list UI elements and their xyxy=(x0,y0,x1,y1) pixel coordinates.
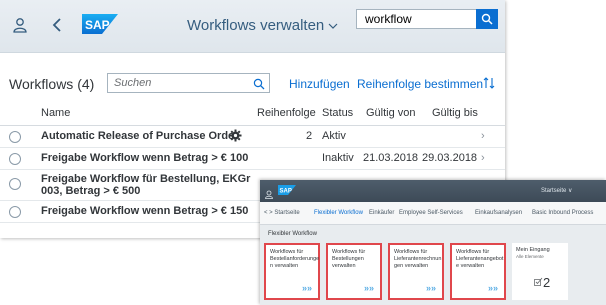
tile-arrow-icon: »» xyxy=(487,283,498,293)
column-header-status[interactable]: Status xyxy=(322,107,353,119)
row-name: Automatic Release of Purchase Order xyxy=(41,130,239,142)
tile-title: Workflows für Lieferantenangebot e verwa… xyxy=(456,249,504,269)
list-toolbar: Workflows (4) Suchen Hinzufügen Reihenfo… xyxy=(0,52,505,102)
tab-basic-inbound-process[interactable]: Basic Inbound Process xyxy=(532,210,593,216)
set-order-button[interactable]: Reihenfolge bestimmen xyxy=(357,77,483,91)
gear-icon xyxy=(229,129,242,147)
inbox-count: 2 xyxy=(543,275,551,290)
row-name-line2: 003, Betrag > € 500 xyxy=(41,185,141,197)
tile-title: Workflows für Bestellanforderunge n verw… xyxy=(270,249,320,269)
tile-purchase-order-workflows[interactable]: Workflows für Bestellungen verwalten »» xyxy=(326,243,382,300)
tile-arrow-icon: »» xyxy=(425,283,436,293)
tile-title: Mein Eingang xyxy=(516,247,550,253)
search-icon[interactable] xyxy=(476,9,498,29)
tab-home[interactable]: < > Startseite xyxy=(264,210,300,216)
search-icon[interactable] xyxy=(253,77,265,95)
search-placeholder: Suchen xyxy=(114,77,152,89)
app-title[interactable]: Workflows verwalten xyxy=(187,17,338,34)
row-order: 2 xyxy=(306,130,313,142)
group-title: Flexibler Workflow xyxy=(268,231,317,237)
row-name: Freigabe Workflow wenn Betrag > € 100 xyxy=(41,152,249,164)
tile-arrow-icon: »» xyxy=(363,283,374,293)
sort-icon[interactable] xyxy=(483,76,495,93)
tile-supplier-quotation-workflows[interactable]: Workflows für Lieferantenangebot e verwa… xyxy=(450,243,506,300)
table-row[interactable]: Automatic Release of Purchase Order 2 Ak… xyxy=(0,126,505,148)
launchpad-inset: SAP Startseite ∨ < > Startseite Flexible… xyxy=(260,180,606,305)
inbox-check-icon xyxy=(534,277,543,288)
tile-title: Workflows für Bestellungen verwalten xyxy=(332,249,366,269)
tile-title: Workflows für Lieferantenrechnun gen ver… xyxy=(394,249,442,269)
tab-employee-self-services[interactable]: Employee Self-Services xyxy=(399,210,463,216)
sap-logo: SAP xyxy=(278,185,296,195)
app-title-text: Workflows verwalten xyxy=(187,17,325,34)
add-button[interactable]: Hinzufügen xyxy=(289,77,350,91)
tile-my-inbox[interactable]: Mein Eingang Alle Elemente 2 xyxy=(512,243,568,300)
column-header-valid-from[interactable]: Gültig von xyxy=(366,107,416,119)
table-header: Name Reihenfolge Status Gültig von Gülti… xyxy=(0,104,505,126)
row-valid-to: 29.03.2018 xyxy=(422,152,478,164)
row-radio[interactable] xyxy=(9,153,21,165)
column-header-name[interactable]: Name xyxy=(41,107,70,119)
shell-search-value: workflow xyxy=(365,12,412,26)
row-radio[interactable] xyxy=(9,131,21,143)
table-row[interactable]: Freigabe Workflow wenn Betrag > € 100 In… xyxy=(0,148,505,170)
row-radio[interactable] xyxy=(9,178,21,190)
tile-supplier-invoice-workflows[interactable]: Workflows für Lieferantenrechnun gen ver… xyxy=(388,243,444,300)
list-search-input[interactable]: Suchen xyxy=(107,73,270,93)
sap-logo: SAP xyxy=(82,14,118,34)
chevron-right-icon[interactable]: › xyxy=(481,152,485,164)
tab-purchasing-analytics[interactable]: Einkaufsanalysen xyxy=(475,210,522,216)
chevron-down-icon xyxy=(328,17,338,34)
row-name: Freigabe Workflow wenn Betrag > € 150 xyxy=(41,205,249,217)
column-header-order[interactable]: Reihenfolge xyxy=(257,107,316,119)
column-header-valid-to[interactable]: Gültig bis xyxy=(432,107,478,119)
shell-bar: SAP Workflows verwalten workflow xyxy=(0,0,505,53)
list-title: Workflows (4) xyxy=(9,76,95,92)
tile-subtitle: Alle Elemente xyxy=(516,254,544,259)
back-icon[interactable] xyxy=(52,17,62,37)
shell-search-field[interactable]: workflow xyxy=(356,9,498,29)
home-menu[interactable]: Startseite ∨ xyxy=(541,187,572,194)
svg-text:SAP: SAP xyxy=(85,18,110,32)
tab-flexible-workflow[interactable]: Flexibler Workflow xyxy=(314,210,363,216)
row-valid-from: 21.03.2018 xyxy=(363,152,419,164)
row-status: Aktiv xyxy=(322,130,346,142)
tile-purchase-requisition-workflows[interactable]: Workflows für Bestellanforderunge n verw… xyxy=(264,243,320,300)
row-name: Freigabe Workflow für Bestellung, EKGr xyxy=(41,173,251,185)
tab-buyer[interactable]: Einkäufer xyxy=(369,210,394,216)
row-radio[interactable] xyxy=(9,206,21,218)
tile-arrow-icon: »» xyxy=(301,283,312,293)
svg-text:SAP: SAP xyxy=(280,189,292,195)
launchpad-nav: < > Startseite Flexibler Workflow Einkäu… xyxy=(260,202,606,225)
user-icon[interactable] xyxy=(12,17,28,37)
chevron-right-icon[interactable]: › xyxy=(481,130,485,142)
row-status: Inaktiv xyxy=(322,152,354,164)
launchpad-shell-bar: SAP Startseite ∨ xyxy=(260,180,606,202)
